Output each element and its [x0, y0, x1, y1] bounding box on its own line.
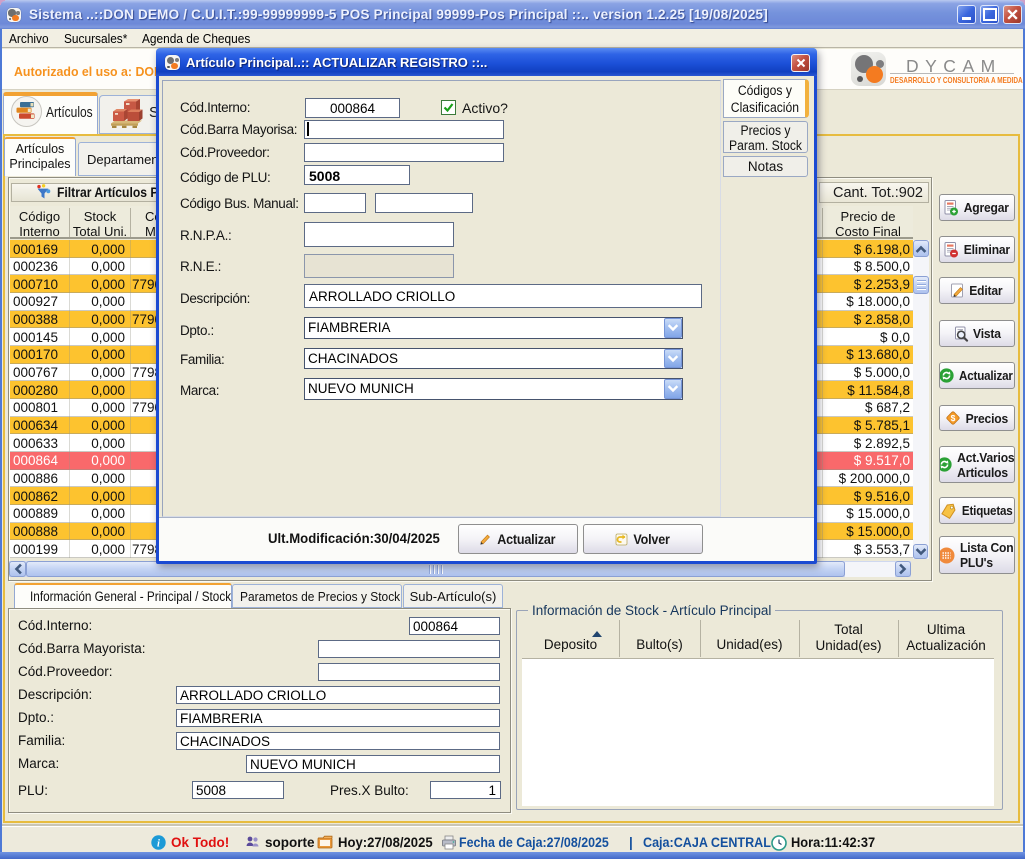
svg-text:i: i	[157, 839, 160, 850]
svg-text:$: $	[950, 413, 955, 423]
